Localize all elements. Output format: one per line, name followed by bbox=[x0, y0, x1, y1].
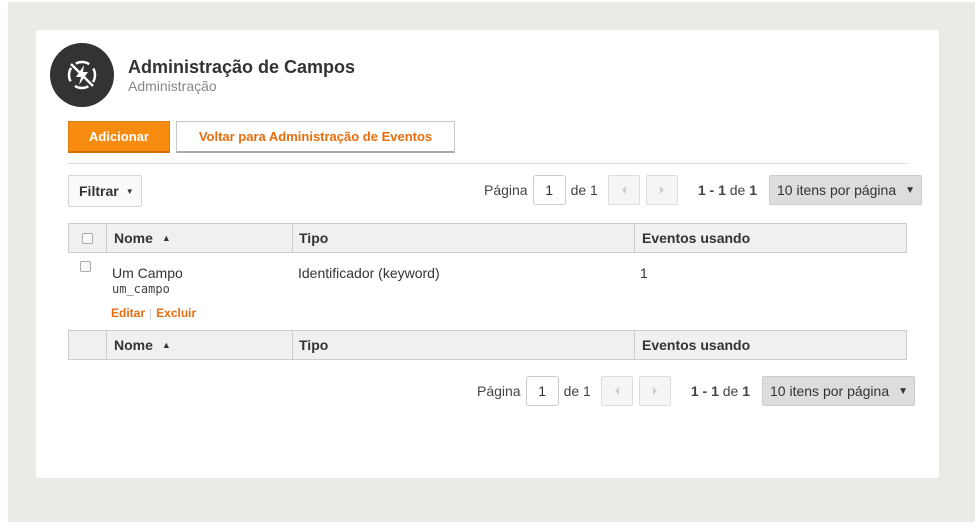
next-page-button[interactable] bbox=[645, 175, 678, 205]
add-button[interactable]: Adicionar bbox=[68, 121, 170, 153]
table-header: Nome ▲ Tipo Eventos usando bbox=[68, 223, 907, 253]
page-label: Página bbox=[477, 383, 521, 399]
chevron-right-icon bbox=[659, 186, 664, 194]
footer-select-cell bbox=[69, 331, 107, 359]
page-number-input[interactable]: 1 bbox=[532, 175, 566, 205]
events-count: 1 bbox=[640, 265, 648, 281]
field-type: Identificador (keyword) bbox=[298, 265, 440, 281]
items-range: 1 - 1 de 1 bbox=[690, 383, 751, 399]
field-code: um_campo bbox=[112, 282, 170, 296]
page-count: de 1 bbox=[563, 383, 591, 399]
table-row: Um Campo um_campo Editar | Excluir Identif… bbox=[68, 253, 907, 330]
select-all-checkbox[interactable] bbox=[82, 232, 93, 244]
items-per-page-select[interactable]: 10 itens por página ▼ bbox=[762, 376, 916, 406]
breadcrumb: Administração bbox=[128, 78, 217, 94]
edit-link[interactable]: Editar bbox=[111, 306, 145, 320]
caret-down-icon: ▼ bbox=[898, 385, 909, 397]
items-per-page-select[interactable]: 10 itens por página ▼ bbox=[769, 175, 923, 205]
filter-dropdown[interactable]: Filtrar ▼ bbox=[68, 175, 142, 207]
next-page-button[interactable] bbox=[638, 376, 671, 406]
previous-page-button[interactable] bbox=[600, 376, 633, 406]
main-panel: Administração de Campos Administração Ad… bbox=[36, 30, 939, 478]
items-range: 1 - 1 de 1 bbox=[697, 182, 758, 198]
page-title: Administração de Campos bbox=[128, 57, 356, 77]
page-label: Página bbox=[484, 182, 528, 198]
page-number-input[interactable]: 1 bbox=[525, 376, 559, 406]
column-footer-name[interactable]: Nome ▲ bbox=[107, 331, 293, 359]
sort-ascending-icon: ▲ bbox=[161, 233, 171, 243]
row-checkbox[interactable] bbox=[80, 261, 91, 272]
separator: | bbox=[149, 306, 153, 320]
sort-ascending-icon: ▲ bbox=[161, 340, 171, 350]
column-footer-type[interactable]: Tipo bbox=[293, 331, 635, 359]
caret-down-icon: ▼ bbox=[905, 184, 916, 196]
filter-label: Filtrar bbox=[79, 183, 119, 199]
chevron-right-icon bbox=[652, 387, 657, 395]
chevron-left-icon bbox=[621, 186, 626, 194]
select-all-cell bbox=[69, 224, 107, 252]
column-header-name[interactable]: Nome ▲ bbox=[107, 224, 293, 252]
column-header-type[interactable]: Tipo bbox=[293, 224, 635, 252]
pagination-top: Página 1 de 1 1 - 1 de 1 10 itens por pá… bbox=[484, 175, 923, 205]
back-to-events-button[interactable]: Voltar para Administração de Eventos bbox=[176, 121, 455, 153]
items-per-page-value: 10 itens por página bbox=[777, 182, 897, 198]
caret-down-icon: ▼ bbox=[125, 186, 134, 196]
table-footer: Nome ▲ Tipo Eventos usando bbox=[68, 330, 907, 360]
field-name: Um Campo bbox=[112, 265, 183, 281]
pagination-bottom: Página 1 de 1 1 - 1 de 1 10 itens por pá… bbox=[477, 376, 916, 406]
items-per-page-value: 10 itens por página bbox=[770, 383, 890, 399]
column-header-events[interactable]: Eventos usando bbox=[635, 224, 906, 252]
page-count: de 1 bbox=[570, 182, 598, 198]
divider bbox=[68, 163, 907, 164]
column-footer-events[interactable]: Eventos usando bbox=[635, 331, 906, 359]
previous-page-button[interactable] bbox=[607, 175, 640, 205]
delete-link[interactable]: Excluir bbox=[156, 306, 196, 320]
no-flash-icon bbox=[50, 43, 114, 107]
row-actions: Editar | Excluir bbox=[111, 306, 196, 320]
chevron-left-icon bbox=[614, 387, 619, 395]
